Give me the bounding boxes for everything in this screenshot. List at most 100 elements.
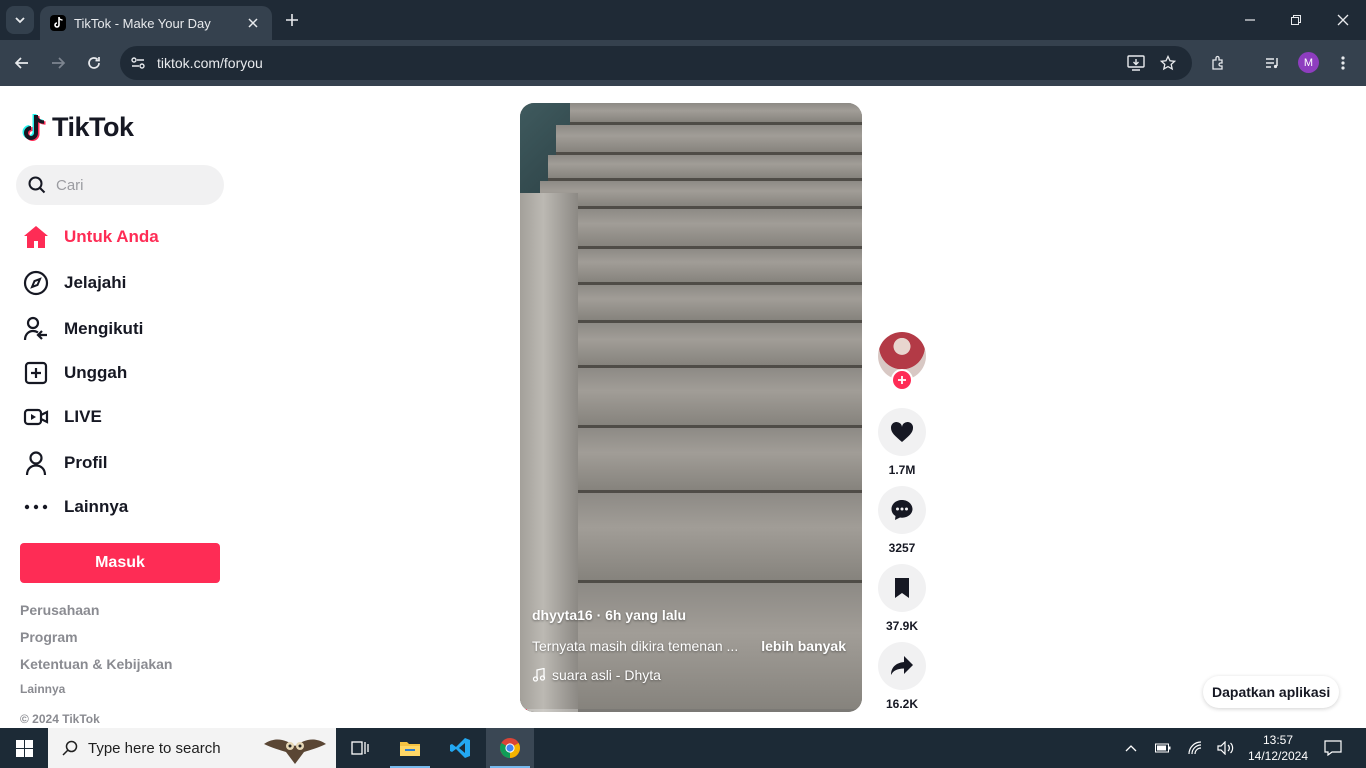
music-note-icon xyxy=(532,668,546,682)
bookmark-button[interactable] xyxy=(878,564,926,612)
tiktok-logo[interactable]: TikTok xyxy=(22,112,134,143)
battery-icon[interactable] xyxy=(1153,738,1173,758)
sidebar-item-untuk-anda[interactable]: Untuk Anda xyxy=(20,217,230,257)
video-caption: Ternyata masih dikira temenan ... xyxy=(532,638,739,654)
sidebar-item-lainnya[interactable]: Lainnya xyxy=(20,487,230,527)
taskbar-clock[interactable]: 13:57 14/12/2024 xyxy=(1246,732,1310,764)
video-progress-bar[interactable] xyxy=(520,709,862,712)
profile-avatar[interactable]: M xyxy=(1298,52,1319,73)
footer-link-perusahaan[interactable]: Perusahaan xyxy=(20,602,99,618)
sidebar-item-unggah[interactable]: Unggah xyxy=(20,353,230,393)
logo-wordmark: TikTok xyxy=(52,112,134,142)
like-action: 1.7M xyxy=(878,408,926,477)
clock-time: 13:57 xyxy=(1262,733,1294,747)
sidebar-item-label: LIVE xyxy=(64,407,102,426)
restore-icon[interactable] xyxy=(1284,8,1308,32)
bookmark-star-icon[interactable] xyxy=(1158,53,1178,73)
sidebar-item-label: Untuk Anda xyxy=(64,227,159,246)
heart-icon xyxy=(890,421,914,442)
minimize-icon[interactable] xyxy=(1238,8,1262,32)
address-bar[interactable]: tiktok.com/foryou xyxy=(120,46,1192,80)
chrome-icon[interactable] xyxy=(486,728,534,768)
url-text: tiktok.com/foryou xyxy=(157,55,263,71)
video-music[interactable]: suara asli - Dhyta xyxy=(532,667,661,683)
search-placeholder: Cari xyxy=(56,176,84,194)
browser-tab-tiktok[interactable]: TikTok - Make Your Day xyxy=(40,6,272,40)
file-explorer-icon[interactable] xyxy=(386,728,434,768)
close-tab-icon[interactable] xyxy=(244,14,262,32)
notification-center-icon[interactable] xyxy=(1323,738,1343,758)
footer-link-lainnya[interactable]: Lainnya xyxy=(20,682,65,696)
share-count: 16.2K xyxy=(885,697,919,711)
comment-count: 3257 xyxy=(888,541,916,555)
more-icon xyxy=(20,491,52,523)
home-icon xyxy=(20,221,52,253)
video-plank xyxy=(556,125,862,155)
task-view-icon[interactable] xyxy=(336,728,384,768)
share-icon xyxy=(891,656,913,675)
video-plank xyxy=(570,103,862,125)
sidebar-item-label: Jelajahi xyxy=(64,273,127,292)
footer-link-program[interactable]: Program xyxy=(20,629,78,645)
taskbar-search-text: Type here to search xyxy=(88,739,221,757)
sidebar-item-profil[interactable]: Profil xyxy=(20,443,230,483)
video-plank xyxy=(560,323,862,368)
like-count: 1.7M xyxy=(888,463,916,477)
menu-kebab-icon[interactable] xyxy=(1331,51,1355,75)
site-settings-icon[interactable] xyxy=(128,53,148,73)
sidebar-item-label: Mengikuti xyxy=(64,319,144,338)
windows-logo-icon xyxy=(15,739,33,757)
install-app-icon[interactable] xyxy=(1126,53,1146,73)
new-tab-icon[interactable] xyxy=(282,10,302,30)
sidebar-item-label: Profil xyxy=(64,453,108,472)
like-button[interactable] xyxy=(878,408,926,456)
profile-icon xyxy=(20,447,52,479)
comment-icon xyxy=(891,500,913,520)
clock-date: 14/12/2024 xyxy=(1247,749,1309,763)
taskbar-search-box[interactable]: Type here to search xyxy=(48,728,336,768)
search-input[interactable]: Cari xyxy=(16,165,224,205)
search-icon xyxy=(28,176,46,194)
video-plank xyxy=(540,181,862,209)
media-control-icon[interactable] xyxy=(1260,51,1284,75)
video-author[interactable]: dhyyta16 · 6h yang lalu xyxy=(532,607,686,623)
video-progress-fill xyxy=(520,709,527,712)
get-app-button[interactable]: Dapatkan aplikasi xyxy=(1203,676,1340,708)
start-button[interactable] xyxy=(0,728,48,768)
bookmark-count: 37.9K xyxy=(885,619,919,633)
close-window-icon[interactable] xyxy=(1331,8,1355,32)
comment-action: 3257 xyxy=(878,486,926,555)
chevron-down-icon xyxy=(15,17,25,24)
copyright-text: © 2024 TikTok xyxy=(20,712,100,726)
reload-icon[interactable] xyxy=(82,51,106,75)
tiktok-favicon-icon xyxy=(50,15,66,31)
video-plank xyxy=(560,368,862,428)
footer-link-ketentuan[interactable]: Ketentuan & Kebijakan xyxy=(20,656,172,672)
tab-title: TikTok - Make Your Day xyxy=(74,15,211,31)
forward-icon[interactable] xyxy=(46,51,70,75)
video-plank xyxy=(548,155,862,181)
owl-search-art-icon xyxy=(264,739,326,764)
sidebar-item-mengikuti[interactable]: Mengikuti xyxy=(20,309,230,349)
sidebar-item-jelajahi[interactable]: Jelajahi xyxy=(20,263,230,303)
sidebar-item-live[interactable]: LIVE xyxy=(20,397,230,437)
network-icon[interactable] xyxy=(1186,738,1206,758)
back-icon[interactable] xyxy=(10,51,34,75)
tray-chevron-up-icon[interactable] xyxy=(1121,738,1141,758)
tab-search-dropdown[interactable] xyxy=(6,6,34,34)
volume-icon[interactable] xyxy=(1216,738,1236,758)
live-icon xyxy=(20,401,52,433)
follow-button[interactable] xyxy=(891,369,913,391)
comment-button[interactable] xyxy=(878,486,926,534)
see-more-link[interactable]: lebih banyak xyxy=(761,638,846,654)
windows-taskbar: Type here to search 13:57 14/12/2024 xyxy=(0,728,1366,768)
login-button[interactable]: Masuk xyxy=(20,543,220,583)
extensions-icon[interactable] xyxy=(1206,51,1230,75)
following-icon xyxy=(20,313,52,345)
share-button[interactable] xyxy=(878,642,926,690)
video-player[interactable]: dhyyta16 · 6h yang lalu Ternyata masih d… xyxy=(520,103,862,712)
video-plank xyxy=(560,249,862,285)
sidebar-item-label: Lainnya xyxy=(64,497,129,516)
compass-icon xyxy=(20,267,52,299)
vscode-icon[interactable] xyxy=(436,728,484,768)
